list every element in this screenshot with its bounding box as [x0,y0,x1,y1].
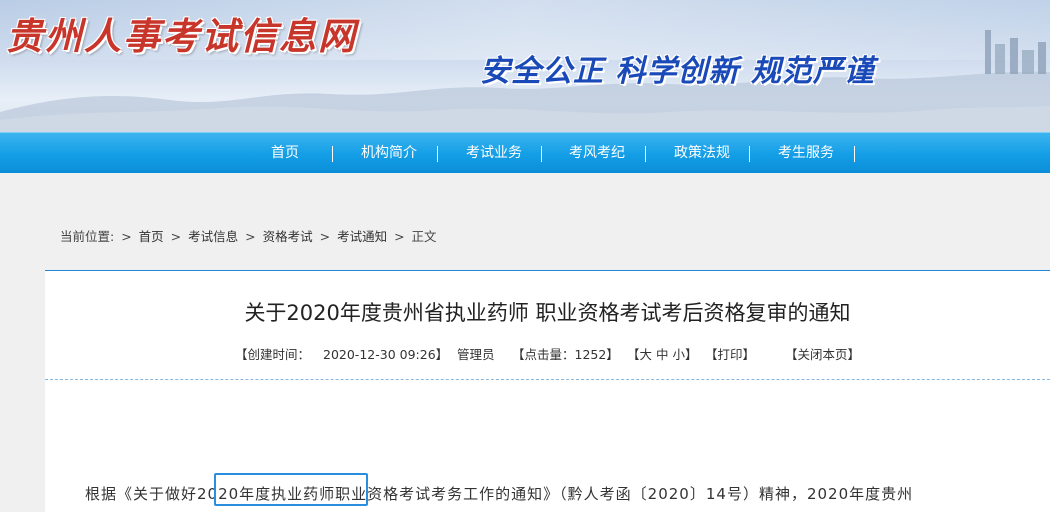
site-slogan: 安全公正 科学创新 规范严谨 [480,54,875,89]
text-selection-highlight [214,473,368,506]
nav-divider [437,146,438,162]
breadcrumb-link-exam-info[interactable]: 考试信息 [188,229,238,244]
main-nav: 首页 机构简介 考试业务 考风考纪 政策法规 考生服务 [0,132,1050,173]
breadcrumb-separator: > [245,229,256,244]
site-title: 贵州人事考试信息网 [6,14,357,58]
nav-item-about[interactable]: 机构简介 [350,133,428,174]
nav-divider [645,146,646,162]
article-panel: 关于2020年度贵州省执业药师 职业资格考试考后资格复审的通知 【创建时间： 2… [45,270,1050,512]
article-body-first-line: 根据《关于做好2020年度执业药师职业资格考试考务工作的通知》（黔人考函〔202… [85,485,914,503]
breadcrumb-separator: > [121,229,132,244]
nav-divider [541,146,542,162]
breadcrumb-separator: > [319,229,331,244]
nav-item-exam-business[interactable]: 考试业务 [455,133,533,174]
breadcrumb-link-home[interactable]: 首页 [139,229,164,244]
breadcrumb-link-exam-notice[interactable]: 考试通知 [337,229,387,244]
nav-divider [749,146,750,162]
print-link[interactable]: 【打印】 [705,344,755,363]
nav-item-policy[interactable]: 政策法规 [663,133,741,174]
nav-divider [854,146,855,162]
meta-created-value: 2020-12-30 09:26】 [323,347,449,362]
breadcrumb-separator: > [394,229,405,244]
close-page-link[interactable]: 【关闭本页】 [785,344,860,363]
breadcrumb-link-qualification-exam[interactable]: 资格考试 [263,229,313,244]
meta-created-label: 【创建时间： [235,347,311,362]
meta-author: 管理员 [457,347,495,362]
nav-item-candidate-service[interactable]: 考生服务 [767,133,845,174]
meta-divider [45,379,1050,380]
article-title: 关于2020年度贵州省执业药师 职业资格考试考后资格复审的通知 [244,301,851,325]
meta-hits: 【点击量：1252】 [512,347,619,362]
breadcrumb: 当前位置: > 首页 > 考试信息 > 资格考试 > 考试通知 > 正文 [60,226,440,245]
nav-divider [332,146,333,162]
breadcrumb-separator: > [170,229,182,244]
breadcrumb-current: 正文 [411,229,437,244]
site-banner: 贵州人事考试信息网 安全公正 科学创新 规范严谨 [0,0,1050,132]
nav-item-exam-discipline[interactable]: 考风考纪 [558,133,636,174]
nav-item-home[interactable]: 首页 [250,133,320,174]
font-size-control[interactable]: 【大 中 小】 [627,344,697,363]
breadcrumb-prefix: 当前位置: [60,229,115,244]
